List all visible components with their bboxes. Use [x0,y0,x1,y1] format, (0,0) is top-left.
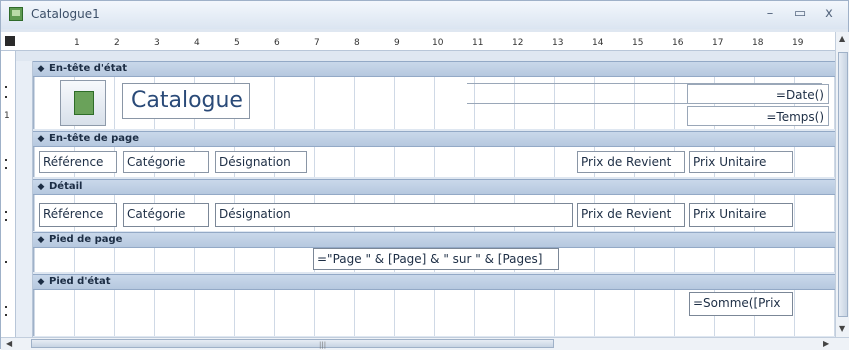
section-page-header[interactable]: ◆ En-tête de page [33,131,835,147]
report-icon [9,7,23,21]
vertical-scroll-thumb[interactable] [838,52,848,317]
date-textbox[interactable]: =Date() [687,84,829,104]
designation-textbox[interactable]: Désignation [215,203,573,227]
ruler-number: 15 [632,38,644,48]
report-design-window: Catalogue1 – ▭ x 1 2 3 4 5 6 7 8 9 10 11… [0,0,849,350]
section-detail[interactable]: ◆ Détail [33,179,835,195]
ruler-number: 2 [114,38,120,48]
reference-textbox[interactable]: Référence [39,203,117,227]
restore-button[interactable]: ▭ [789,5,811,23]
report-logo-image[interactable] [60,80,106,126]
horizontal-ruler[interactable]: 1 2 3 4 5 6 7 8 9 10 11 12 13 14 15 16 1… [1,32,848,51]
ruler-mark [5,96,7,98]
ruler-mark [5,86,7,88]
ruler-number: 3 [154,38,160,48]
section-label: En-tête de page [49,133,139,144]
ruler-number: 8 [354,38,360,48]
select-report-button[interactable] [5,36,15,46]
sum-textbox[interactable]: =Somme([Prix [689,292,793,316]
section-label: En-tête d'état [49,63,128,74]
category-textbox[interactable]: Catégorie [123,203,209,227]
ruler-number: 12 [512,38,524,48]
scroll-up-arrow-icon[interactable]: ▲ [839,34,845,43]
designation-label[interactable]: Désignation [215,151,307,173]
section-report-header[interactable]: ◆ En-tête d'état [33,61,835,77]
ruler-number: 9 [394,38,400,48]
cost-price-textbox[interactable]: Prix de Revient [577,203,685,227]
section-report-footer[interactable]: ◆ Pied d'état [33,274,835,290]
scroll-down-arrow-icon[interactable]: ▼ [839,324,845,333]
section-page-footer[interactable]: ◆ Pied de page [33,232,835,248]
ruler-mark [5,306,7,308]
ruler-number: 18 [752,38,764,48]
ruler-number: 19 [792,38,804,48]
ruler-mark [5,159,7,161]
horizontal-scrollbar[interactable]: ◀ ||| ▶ [1,337,849,350]
ruler-mark [5,314,7,316]
cost-price-label[interactable]: Prix de Revient [577,151,685,173]
ruler-number: 4 [194,38,200,48]
ruler-number: 10 [432,38,444,48]
window-title: Catalogue1 [31,7,100,21]
ruler-mark [5,219,7,221]
ruler-number: 14 [592,38,604,48]
ruler-number: 6 [274,38,280,48]
vertical-ruler[interactable]: 1 [1,51,16,337]
ruler-number: 16 [672,38,684,48]
scroll-left-arrow-icon[interactable]: ◀ [6,339,12,348]
vertical-scrollbar[interactable]: ▲ ▼ [835,32,849,337]
section-label: Détail [49,181,83,192]
row-selector-column[interactable] [16,61,33,345]
time-textbox[interactable]: =Temps() [687,106,829,126]
section-label: Pied d'état [49,276,111,287]
ruler-mark [5,261,7,263]
category-label[interactable]: Catégorie [123,151,209,173]
ruler-number: 1 [4,111,10,121]
minimize-button[interactable]: – [759,5,781,23]
ruler-number: 5 [234,38,240,48]
ruler-number: 17 [712,38,724,48]
grip-icon: ||| [319,341,327,349]
title-bar[interactable]: Catalogue1 – ▭ x [1,1,848,29]
close-button[interactable]: x [818,5,840,23]
unit-price-textbox[interactable]: Prix Unitaire [689,203,793,227]
ruler-number: 1 [74,38,80,48]
horizontal-scroll-thumb[interactable]: ||| [31,339,554,349]
reference-label[interactable]: Référence [39,151,117,173]
ruler-mark [5,167,7,169]
scroll-right-arrow-icon[interactable]: ▶ [823,339,829,348]
ruler-number: 13 [552,38,564,48]
unit-price-label[interactable]: Prix Unitaire [689,151,793,173]
page-number-textbox[interactable]: ="Page " & [Page] & " sur " & [Pages] [313,248,559,270]
section-label: Pied de page [49,234,123,245]
report-title-label[interactable]: Catalogue [122,83,250,119]
ruler-mark [5,211,7,213]
ruler-number: 11 [472,38,484,48]
ruler-number: 7 [314,38,320,48]
